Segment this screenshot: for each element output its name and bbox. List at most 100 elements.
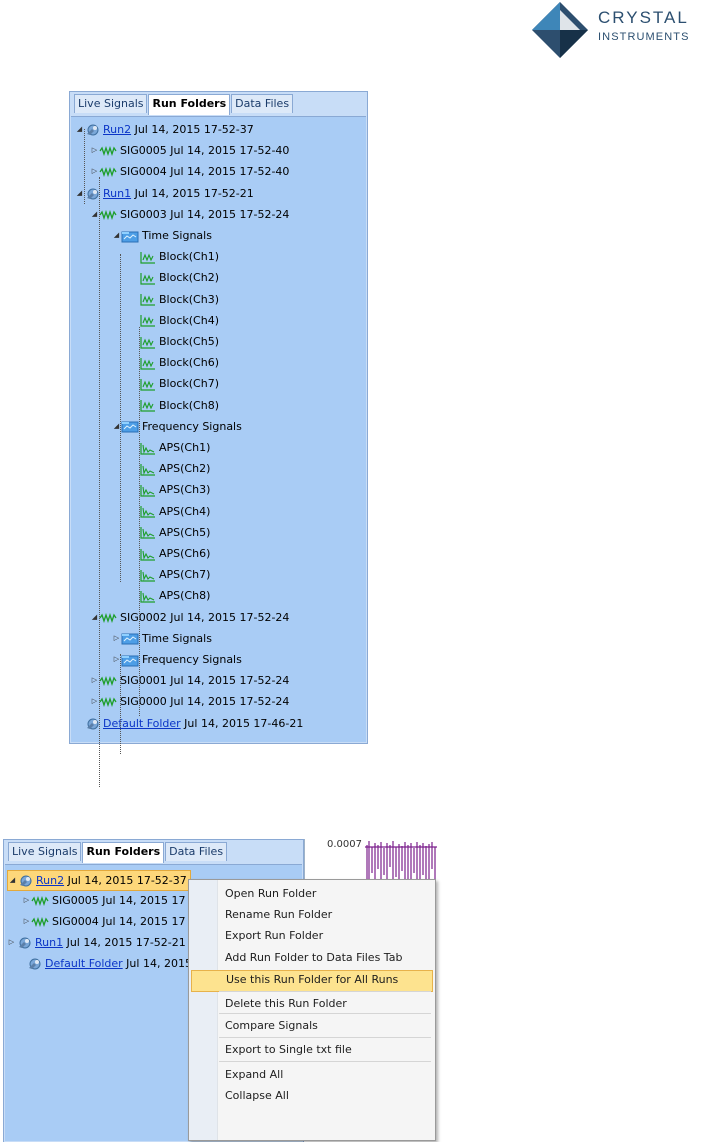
tab-live-signals[interactable]: Live Signals <box>8 842 82 861</box>
expand-closed-icon[interactable]: ▷ <box>22 891 31 910</box>
expand-open-icon[interactable]: ◢ <box>90 205 99 224</box>
menu-item-export-to-single-txt-file[interactable]: Export to Single txt file <box>191 1040 433 1060</box>
tab-run-folders[interactable]: Run Folders <box>82 842 165 863</box>
expand-open-icon[interactable]: ◢ <box>8 871 17 890</box>
tree-item-name: APS(Ch7) <box>159 568 211 582</box>
tree-item-name: APS(Ch6) <box>159 547 211 560</box>
expand-open-icon[interactable]: ◢ <box>90 608 99 627</box>
tree-item-name: APS(Ch4) <box>159 504 211 518</box>
menu-separator <box>219 1013 431 1014</box>
time-signal-icon <box>140 336 155 349</box>
logo-text-crystal: CRYSTAL <box>598 8 689 27</box>
tree-signal-group[interactable]: ◢ Frequency Signals <box>112 417 242 436</box>
time-signal-icon <box>140 315 155 327</box>
logo-text-instruments: INSTRUMENTS <box>598 31 690 43</box>
tree-item-date: Jul 14, 2015 17-52-24 <box>166 674 290 688</box>
tab-run-folders[interactable]: Run Folders <box>148 94 231 115</box>
tree-connector-line <box>120 654 121 754</box>
time-signal-icon <box>140 294 155 306</box>
tree-run-folder[interactable]: ▷ Run1 Jul 14, 2015 17-52-21 <box>7 933 186 952</box>
tree-signal-item[interactable]: Block(Ch4) <box>131 311 219 330</box>
tree-signal-folder[interactable]: ◢ SIG0003 Jul 14, 2015 17-52-24 <box>90 205 290 224</box>
tree-item-name[interactable]: Run1 <box>35 936 63 949</box>
tree-signal-group[interactable]: ▷ Time Signals <box>112 629 212 648</box>
tree-signal-folder[interactable]: ▷ SIG0005 Jul 14, 2015 17-52-40 <box>90 141 290 160</box>
tree-item-name: APS(Ch5) <box>159 525 211 539</box>
tree-item-name[interactable]: Run2 <box>103 123 131 136</box>
expand-closed-icon[interactable]: ▷ <box>90 141 99 160</box>
menu-item-delete-this-run-folder[interactable]: Delete this Run Folder <box>191 994 433 1014</box>
tree-signal-folder[interactable]: ▷ SIG0004 Jul 14, 2015 17 <box>22 912 186 931</box>
run-folder-tree: ◢ Run2 Jul 14, 2015 17-52-37 ▷ SIG0005 Jul … <box>71 116 366 787</box>
tree-signal-item[interactable]: APS(Ch3) <box>131 480 210 499</box>
run-folder-icon <box>29 958 41 970</box>
tree-item-name: APS(Ch3) <box>159 483 211 497</box>
tree-signal-folder[interactable]: ▷ SIG0005 Jul 14, 2015 17 <box>22 891 186 910</box>
tree-signal-item[interactable]: Block(Ch3) <box>131 290 219 309</box>
time-signal-icon <box>140 400 155 412</box>
menu-item-compare-signals[interactable]: Compare Signals <box>191 1016 433 1036</box>
tree-signal-item[interactable]: APS(Ch4) <box>131 502 210 521</box>
tree-signal-group[interactable]: ◢ Time Signals <box>112 226 212 245</box>
expand-closed-icon[interactable]: ▷ <box>7 933 16 952</box>
tree-signal-item[interactable]: Block(Ch5) <box>131 332 219 351</box>
expand-closed-icon[interactable]: ▷ <box>90 162 99 181</box>
expand-open-icon[interactable]: ◢ <box>112 226 121 245</box>
menu-item-rename-run-folder[interactable]: Rename Run Folder <box>191 905 433 925</box>
frequency-signal-icon <box>140 484 155 497</box>
tree-item-name: Time Signals <box>142 229 212 242</box>
tree-item-name[interactable]: Run2 <box>36 874 64 887</box>
tree-item-name: Block(Ch4) <box>159 313 219 327</box>
tree-run-folder[interactable]: ◢ Run1 Jul 14, 2015 17-52-21 <box>75 184 254 203</box>
tree-signal-item[interactable]: Block(Ch2) <box>131 268 219 287</box>
tab-live-signals[interactable]: Live Signals <box>74 94 148 113</box>
tree-item-name[interactable]: Default Folder <box>45 957 123 970</box>
menu-item-add-run-folder-to-data-files-tab[interactable]: Add Run Folder to Data Files Tab <box>191 948 433 968</box>
tree-signal-item[interactable]: APS(Ch5) <box>131 523 210 542</box>
tree-signal-folder[interactable]: ◢ SIG0002 Jul 14, 2015 17-52-24 <box>90 608 290 627</box>
tree-signal-item[interactable]: APS(Ch6) <box>131 544 210 563</box>
tree-signal-item[interactable]: APS(Ch2) <box>131 459 210 478</box>
signal-wave-icon <box>99 676 117 687</box>
expand-open-icon[interactable]: ◢ <box>75 184 84 203</box>
expand-closed-icon[interactable]: ▷ <box>112 629 121 648</box>
tree-signal-folder[interactable]: ▷ SIG0004 Jul 14, 2015 17-52-40 <box>90 162 290 181</box>
tree-signal-item[interactable]: Block(Ch6) <box>131 353 219 372</box>
tree-connector-line <box>139 327 140 560</box>
expand-closed-icon[interactable]: ▷ <box>90 671 99 690</box>
expand-closed-icon[interactable]: ▷ <box>22 912 31 931</box>
tree-item-name: Block(Ch6) <box>159 356 219 370</box>
tree-signal-group[interactable]: ▷ Frequency Signals <box>112 650 242 669</box>
tree-item-name: SIG0005 <box>52 894 99 907</box>
frequency-signal-icon <box>140 590 155 603</box>
tree-item-name: SIG0004 <box>52 915 99 928</box>
tree-signal-item[interactable]: APS(Ch7) <box>131 565 210 584</box>
tree-run-folder[interactable]: ◢ Run2 Jul 14, 2015 17-52-37 <box>75 120 254 139</box>
tree-signal-item[interactable]: Block(Ch8) <box>131 396 219 415</box>
tree-item-name: Block(Ch3) <box>159 292 219 306</box>
signal-wave-icon <box>99 146 117 157</box>
tree-item-name: SIG0000 <box>120 695 167 709</box>
menu-item-open-run-folder[interactable]: Open Run Folder <box>191 884 433 904</box>
menu-item-collapse-all[interactable]: Collapse All <box>191 1086 433 1106</box>
tree-run-folder[interactable]: Default Folder Jul 14, 2015 17-46-21 <box>75 714 303 733</box>
tree-run-folder[interactable]: Default Folder Jul 14, 2015 <box>17 954 192 973</box>
tree-signal-item[interactable]: Block(Ch1) <box>131 247 219 266</box>
tree-signal-item[interactable]: APS(Ch1) <box>131 438 210 457</box>
tree-item-name[interactable]: Run1 <box>103 187 131 200</box>
tree-signal-item[interactable]: APS(Ch8) <box>131 586 210 605</box>
panel-tabs: Live Signals Run Folders Data Files <box>8 842 228 863</box>
frequency-signal-icon <box>140 548 155 561</box>
menu-item-expand-all[interactable]: Expand All <box>191 1065 433 1085</box>
tree-signal-item[interactable]: Block(Ch7) <box>131 374 219 393</box>
tab-data-files[interactable]: Data Files <box>165 842 228 861</box>
tree-item-date: Jul 14, 2015 17-52-24 <box>166 610 290 624</box>
tab-data-files[interactable]: Data Files <box>231 94 294 113</box>
tree-run-folder[interactable]: ◢ Run2 Jul 14, 2015 17-52-37 <box>7 870 191 891</box>
menu-item-use-this-run-folder-for-all-runs[interactable]: Use this Run Folder for All Runs <box>191 970 433 992</box>
menu-item-export-run-folder[interactable]: Export Run Folder <box>191 926 433 946</box>
tree-item-name[interactable]: Default Folder <box>103 717 181 730</box>
run-folder-icon <box>87 718 99 730</box>
expand-open-icon[interactable]: ◢ <box>75 120 84 139</box>
expand-closed-icon[interactable]: ▷ <box>90 692 99 711</box>
